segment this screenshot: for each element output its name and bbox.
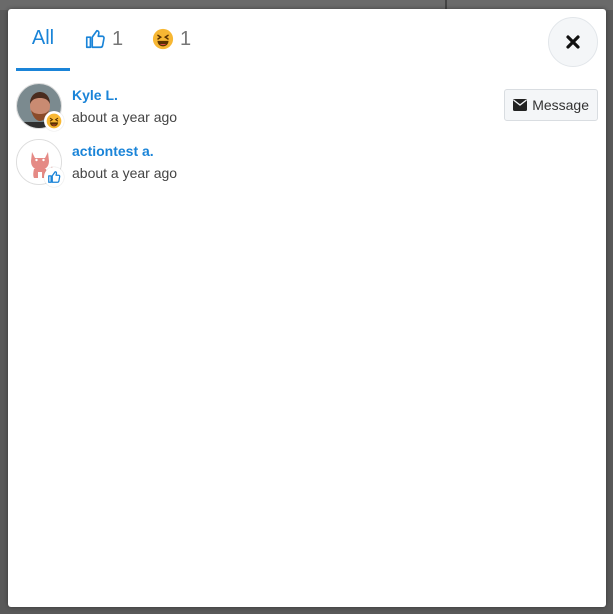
avatar-wrap: [16, 83, 64, 131]
tab-like[interactable]: 1: [84, 9, 123, 69]
laughing-emoji-icon: [46, 113, 62, 129]
envelope-icon: [513, 99, 528, 111]
thumbs-up-icon: [48, 171, 61, 183]
avatar-wrap: [16, 139, 64, 187]
reaction-badge: [44, 111, 64, 131]
message-button[interactable]: Message: [504, 89, 598, 121]
tab-all-label: All: [31, 27, 55, 49]
reactions-modal: All 1 1 Kyle L. about a year ago Message…: [8, 9, 606, 607]
reaction-timestamp: about a year ago: [72, 165, 178, 181]
list-item: actiontest a. about a year ago: [16, 137, 598, 193]
reactions-list: Kyle L. about a year ago Message actiont…: [16, 81, 598, 193]
tab-laugh[interactable]: 1: [152, 9, 191, 69]
close-icon: [566, 35, 580, 49]
reaction-timestamp: about a year ago: [72, 109, 178, 125]
user-name-link[interactable]: Kyle L.: [72, 87, 118, 103]
tab-like-count: 1: [112, 27, 124, 50]
laughing-emoji-icon: [152, 28, 174, 50]
tab-all[interactable]: All: [16, 9, 70, 71]
reaction-badge: [44, 167, 64, 187]
close-button[interactable]: [548, 17, 598, 67]
user-name-link[interactable]: actiontest a.: [72, 143, 154, 159]
thumbs-up-icon: [84, 28, 106, 50]
list-item: Kyle L. about a year ago Message: [16, 81, 598, 137]
message-button-label: Message: [532, 97, 589, 113]
tab-laugh-count: 1: [180, 27, 192, 50]
